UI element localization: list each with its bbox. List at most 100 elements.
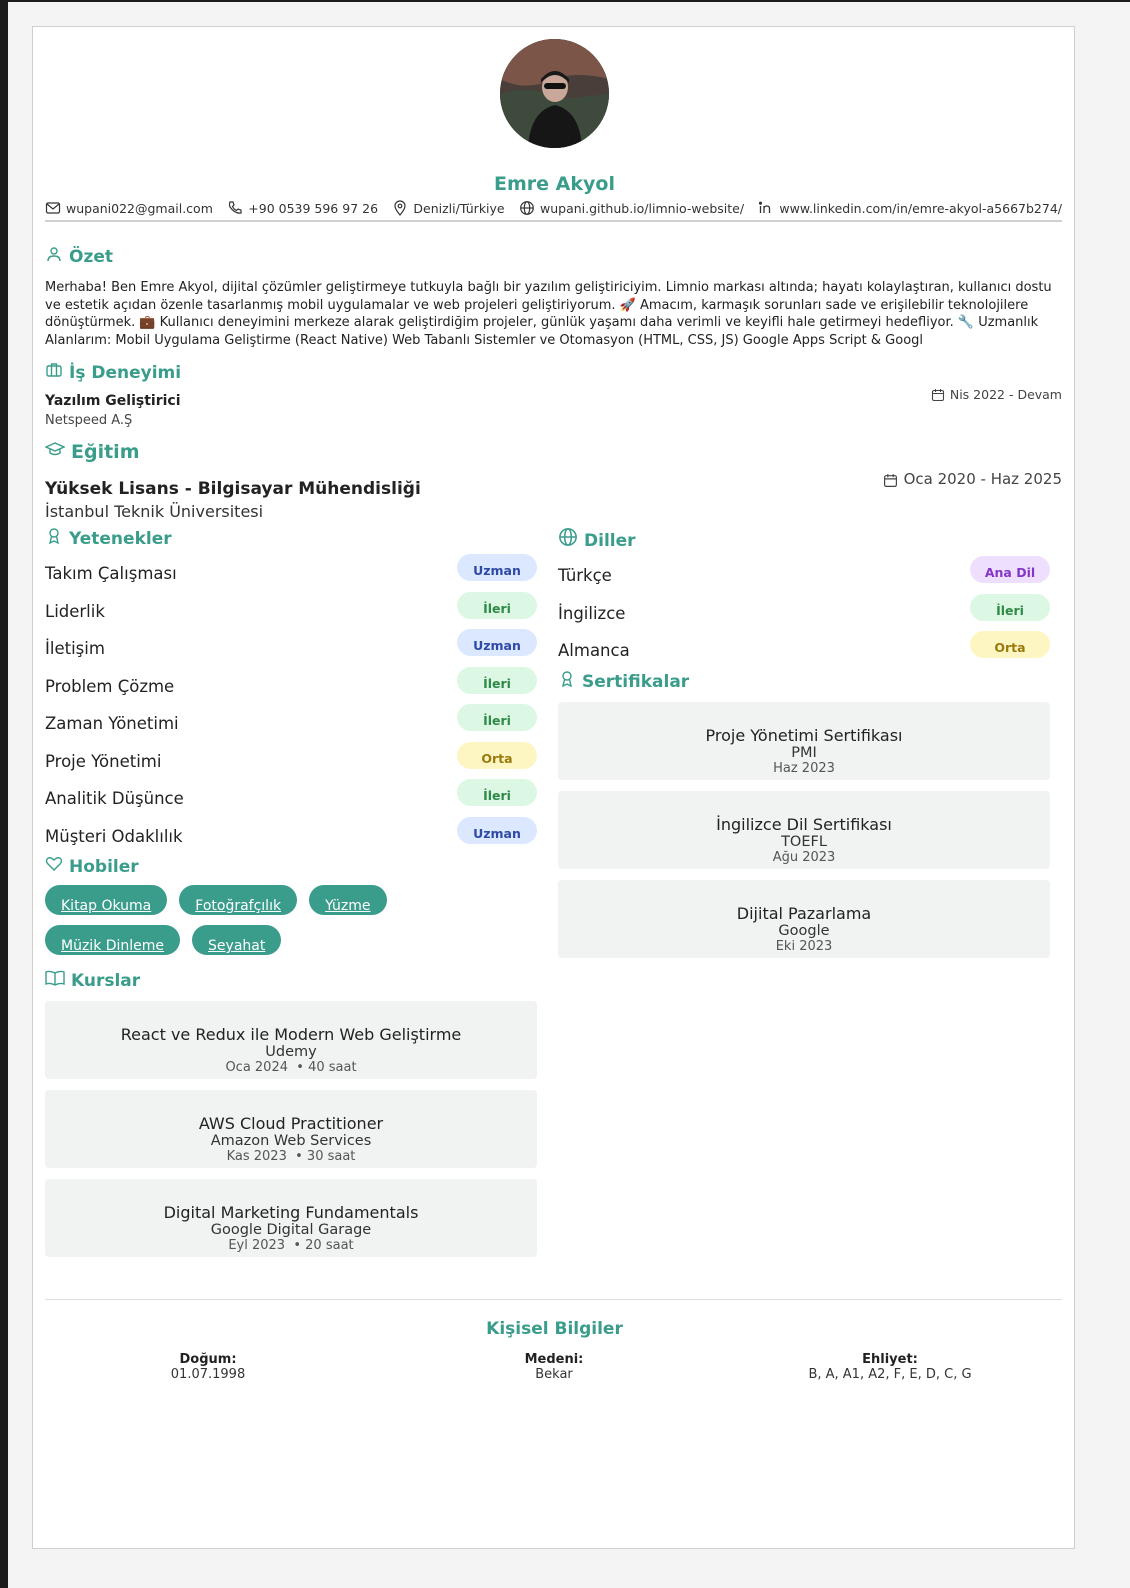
summary-text: Merhaba! Ben Emre Akyol, dijital çözümle… — [45, 280, 1052, 348]
certificate-name: Dijital Pazarlama — [736, 903, 872, 923]
job-date-text: Nis 2022 - Devam — [949, 387, 1062, 402]
birth-info: Doğum: 01.07.1998 — [158, 1352, 258, 1382]
profile-photo — [500, 39, 609, 148]
certificate-issuer: TOEFL — [781, 833, 827, 850]
languages-title: Diller — [584, 531, 636, 551]
globe-icon — [559, 528, 577, 546]
course-meta: Oca 2024 • 40 saat — [225, 1060, 356, 1075]
education-degree: Yüksek Lisans - Bilgisayar Mühendisliği — [45, 479, 421, 499]
skill-name: İletişim — [45, 639, 105, 659]
award-icon — [561, 670, 573, 687]
certificate-date: Haz 2023 — [773, 760, 835, 776]
skill-row: Takım Çalışması Uzman — [45, 554, 537, 593]
education-date: Oca 2020 - Haz 2025 — [883, 470, 1062, 488]
email-text: wupani022@gmail.com — [66, 200, 213, 216]
languages-heading: Diller — [558, 527, 1050, 551]
language-name: Türkçe — [558, 566, 612, 586]
hobby-tag: Müzik Dinleme — [45, 925, 181, 955]
skill-row: Zaman Yönetimi İleri — [45, 704, 537, 743]
contact-phone[interactable]: +90 0539 596 97 26 — [227, 200, 378, 216]
courses-title: Kurslar — [71, 971, 141, 991]
certificate-date: Eki 2023 — [775, 938, 833, 954]
hobby-tag: Kitap Okuma — [45, 885, 168, 915]
skill-row: Liderlik İleri — [45, 591, 537, 631]
marital-info: Medeni: Bekar — [504, 1352, 604, 1382]
graduation-cap-icon — [45, 442, 65, 456]
linkedin-icon — [759, 201, 771, 213]
course-duration: • 20 saat — [293, 1238, 354, 1253]
contact-location: Denizli/Türkiye — [392, 200, 505, 216]
certificate-name: İngilizce Dil Sertifikası — [716, 814, 892, 834]
website-text: wupani.github.io/limnio-website/ — [540, 200, 745, 216]
hobbies-heading: Hobiler — [45, 855, 537, 877]
contact-website[interactable]: wupani.github.io/limnio-website/ — [519, 200, 744, 216]
language-row: Türkçe Ana Dil — [558, 556, 1050, 595]
education-heading: Eğitim — [45, 441, 140, 463]
license-info: Ehliyet: B, A, A1, A2, F, E, D, C, G — [785, 1352, 995, 1382]
course-name: AWS Cloud Practitioner — [198, 1114, 384, 1133]
calendar-icon — [931, 389, 944, 402]
birth-label: Doğum: — [179, 1352, 237, 1367]
hobby-tag: Seyahat — [192, 925, 282, 955]
skill-name: Zaman Yönetimi — [45, 714, 179, 734]
course-provider: Amazon Web Services — [210, 1133, 372, 1149]
personal-info-title: Kişisel Bilgiler — [486, 1319, 623, 1339]
hobby-tag: Yüzme — [309, 885, 387, 915]
window-edge — [0, 0, 8, 1588]
languages-list: Türkçe Ana Dil İngilizce İleri Almanca O… — [558, 556, 1050, 670]
language-row: İngilizce İleri — [558, 593, 1050, 633]
skill-level-badge: İleri — [457, 704, 537, 732]
map-pin-icon — [394, 200, 407, 216]
certificates-title: Sertifikalar — [582, 671, 690, 692]
certificate-issuer: Google — [778, 922, 830, 939]
hobbies-title: Hobiler — [69, 857, 139, 877]
certificates-list: Proje Yönetimi Sertifikası PMI Haz 2023 … — [558, 701, 1050, 958]
contact-linkedin[interactable]: www.linkedin.com/in/emre-akyol-a5667b274… — [758, 200, 1062, 216]
language-row: Almanca Orta — [558, 631, 1050, 670]
contact-email[interactable]: wupani022@gmail.com — [45, 200, 213, 216]
skill-row: Analitik Düşünce İleri — [45, 779, 537, 818]
experience-heading: İş Deneyimi — [45, 361, 181, 383]
mail-icon — [45, 202, 61, 214]
skill-name: Proje Yönetimi — [45, 751, 162, 771]
course-name: Digital Marketing Fundamentals — [163, 1203, 419, 1222]
language-level-badge: Ana Dil — [970, 556, 1050, 584]
calendar-icon — [883, 474, 897, 487]
language-name: Almanca — [558, 641, 630, 661]
full-name: Emre Akyol — [494, 173, 615, 195]
skill-row: İletişim Uzman — [45, 629, 537, 668]
location-text: Denizli/Türkiye — [413, 200, 505, 216]
window-top-edge — [0, 0, 1130, 2]
award-icon — [48, 528, 60, 545]
certificate-issuer: PMI — [791, 744, 817, 761]
course-date: Oca 2024 — [225, 1060, 288, 1075]
linkedin-text: www.linkedin.com/in/emre-akyol-a5667b274… — [779, 200, 1062, 216]
birth-value: 01.07.1998 — [170, 1367, 246, 1382]
skill-level-badge: Uzman — [457, 816, 537, 844]
skill-row: Proje Yönetimi Orta — [45, 741, 537, 781]
skills-list: Takım Çalışması Uzman Liderlik İleri İle… — [45, 554, 537, 855]
skill-level-badge: İleri — [457, 666, 537, 694]
certificate-card: Proje Yönetimi Sertifikası PMI Haz 2023 — [558, 701, 1050, 780]
skill-name: Problem Çözme — [45, 676, 175, 696]
certificates-heading: Sertifikalar — [558, 670, 1050, 692]
skill-name: Analitik Düşünce — [45, 789, 184, 809]
skill-name: Takım Çalışması — [45, 564, 177, 584]
hobby-tag: Fotoğrafçılık — [179, 885, 298, 915]
section-divider — [45, 1299, 1062, 1300]
globe-icon — [520, 201, 534, 215]
courses-list: React ve Redux ile Modern Web Geliştirme… — [45, 1001, 537, 1257]
skill-level-badge: İleri — [457, 779, 537, 807]
language-name: İngilizce — [558, 603, 626, 623]
hobbies-list: Kitap Okuma Fotoğrafçılık Yüzme Müzik Di… — [45, 885, 425, 955]
skills-heading: Yetenekler — [45, 527, 537, 549]
skill-level-badge: Uzman — [457, 629, 537, 657]
course-name: React ve Redux ile Modern Web Geliştirme — [120, 1025, 462, 1044]
certificate-date: Ağu 2023 — [772, 849, 836, 865]
course-card: AWS Cloud Practitioner Amazon Web Servic… — [45, 1090, 537, 1168]
course-card: Digital Marketing Fundamentals Google Di… — [45, 1179, 537, 1257]
job-title: Yazılım Geliştirici — [45, 393, 181, 409]
cv-page: Emre Akyol wupani022@gmail.com +90 0539 … — [32, 26, 1075, 1549]
skill-name: Müşteri Odaklılık — [45, 826, 183, 846]
skill-row: Problem Çözme İleri — [45, 666, 537, 706]
